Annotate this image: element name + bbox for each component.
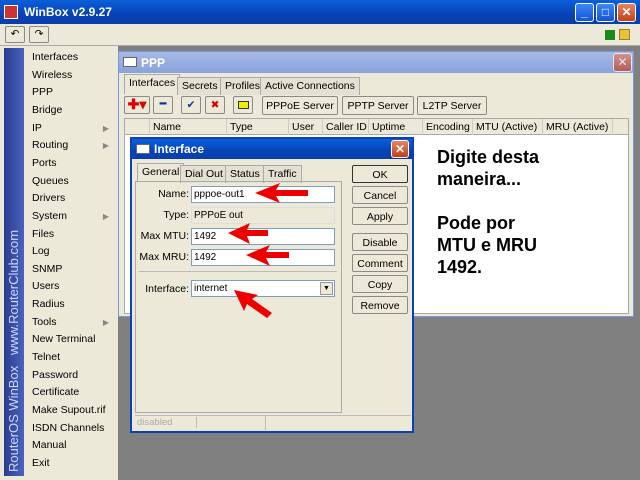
annotation-arrows <box>228 183 308 318</box>
red-arrow-icon <box>228 183 308 318</box>
